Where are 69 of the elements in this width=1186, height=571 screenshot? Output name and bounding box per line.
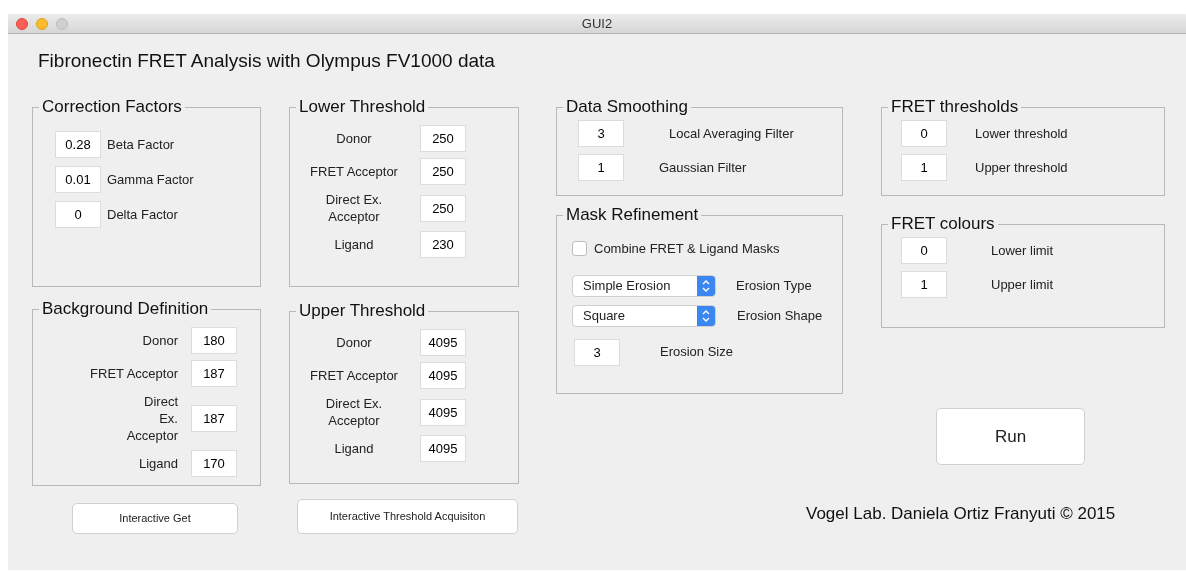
chevrons-icon — [702, 308, 710, 323]
input-field[interactable]: 170 — [191, 450, 237, 477]
input-field[interactable]: 3 — [578, 120, 624, 147]
panel-title: Upper Threshold — [298, 301, 427, 321]
input-field[interactable]: 250 — [420, 158, 466, 185]
input-field[interactable]: 250 — [420, 194, 466, 222]
panel-title: Data Smoothing — [565, 97, 689, 117]
input-field[interactable]: 0.28 — [55, 131, 101, 158]
input-field[interactable]: 0 — [901, 237, 947, 264]
field-label: Ligand — [333, 236, 375, 253]
panel-title: Correction Factors — [41, 97, 183, 117]
app-heading: Fibronectin FRET Analysis with Olympus FV1000 data — [38, 50, 495, 71]
zoom-button[interactable] — [56, 17, 68, 30]
interactive-threshold-button[interactable]: Interactive Threshold Acquisiton — [297, 499, 518, 534]
field-label: Upper threshold — [975, 158, 1068, 177]
input-field[interactable]: 0.01 — [55, 166, 101, 193]
checkbox-label: Combine FRET & Ligand Masks — [594, 240, 780, 258]
field-label: Ligand — [137, 455, 178, 472]
dropdown[interactable]: Simple Erosion — [572, 274, 716, 297]
field-label: Local Averaging Filter — [669, 124, 794, 143]
input-field[interactable]: 1 — [901, 154, 947, 181]
field-label: Direct Ex. Acceptor — [324, 191, 384, 225]
panel-title: FRET colours — [890, 214, 996, 234]
input-field[interactable]: 3 — [574, 338, 620, 366]
field-label: Lower limit — [991, 241, 1054, 260]
input-field[interactable]: 1 — [578, 154, 624, 181]
checkbox[interactable] — [572, 241, 587, 257]
field-label: Direct Ex. Acceptor — [324, 395, 384, 429]
field-label: Erosion Type — [736, 276, 812, 295]
window-title: GUI2 — [581, 14, 613, 33]
field-label: FRET Acceptor — [309, 163, 399, 180]
credit-text: Vogel Lab. Daniela Ortiz Franyuti © 2015 — [806, 504, 1116, 523]
input-field[interactable]: 250 — [420, 125, 466, 152]
panel-title: Lower Threshold — [298, 97, 427, 117]
field-label: Beta Factor — [107, 135, 175, 154]
field-label: Delta Factor — [107, 205, 178, 224]
close-button[interactable] — [16, 17, 28, 30]
field-label: Ligand — [333, 440, 375, 457]
field-label: Erosion Shape — [737, 306, 823, 325]
field-label: Donor — [141, 332, 178, 349]
field-label: Donor — [335, 334, 373, 351]
field-label: FRET Acceptor — [89, 365, 178, 382]
minimize-button[interactable] — [36, 17, 48, 30]
run-button[interactable]: Run — [936, 408, 1085, 465]
field-label: Erosion Size — [660, 343, 733, 362]
panel-title: Background Definition — [41, 299, 210, 319]
field-label: Donor — [335, 130, 373, 147]
input-field[interactable]: 4095 — [420, 398, 466, 426]
input-field[interactable]: 187 — [191, 405, 237, 432]
interactive-get-button[interactable]: Interactive Get — [72, 503, 238, 534]
field-label: Lower threshold — [975, 124, 1068, 143]
chevrons-icon — [702, 278, 710, 293]
input-field[interactable]: 1 — [901, 271, 947, 298]
field-label: FRET Acceptor — [309, 367, 399, 384]
field-label: Gaussian Filter — [659, 158, 747, 177]
input-field[interactable]: 0 — [55, 201, 101, 228]
field-label: Direct Ex. Acceptor — [125, 393, 178, 444]
input-field[interactable]: 4095 — [420, 329, 466, 356]
input-field[interactable]: 0 — [901, 120, 947, 147]
input-field[interactable]: 180 — [191, 327, 237, 354]
input-field[interactable]: 4095 — [420, 362, 466, 389]
field-label: Gamma Factor — [107, 170, 194, 189]
input-field[interactable]: 187 — [191, 360, 237, 387]
panel-title: Mask Refinement — [565, 205, 700, 225]
field-label: Upper limit — [991, 275, 1054, 294]
input-field[interactable]: 4095 — [420, 435, 466, 462]
dropdown[interactable]: Square — [572, 304, 716, 327]
input-field[interactable]: 230 — [420, 231, 466, 258]
panel-title: FRET thresholds — [890, 97, 1020, 117]
